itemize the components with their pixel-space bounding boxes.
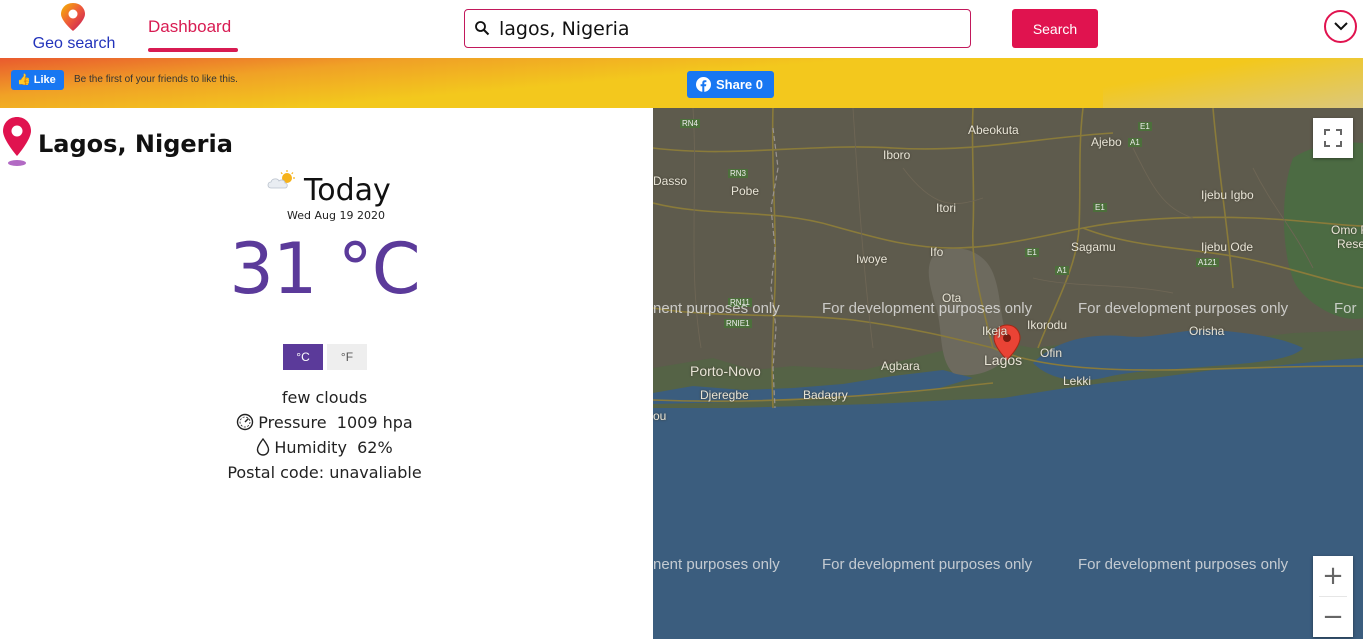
- road-label: RN4: [680, 119, 701, 128]
- road-label: E1: [1093, 203, 1107, 212]
- fahrenheit-toggle[interactable]: °F: [327, 344, 367, 370]
- gauge-icon: [237, 413, 254, 431]
- place-label: Badagry: [803, 388, 848, 402]
- place-label: Rese: [1337, 237, 1363, 251]
- road-label: RN3: [728, 169, 749, 178]
- place-label: Itori: [936, 201, 957, 215]
- date-text: Wed Aug 19 2020: [287, 209, 385, 222]
- place-label: Omo Fo: [1331, 223, 1363, 237]
- place-label: Pobe: [731, 184, 760, 198]
- place-label: Ikorodu: [1027, 318, 1068, 332]
- postal-code: Postal code: unavaliable: [227, 463, 422, 482]
- search-input[interactable]: [499, 16, 959, 42]
- place-label: Ijebu Ode: [1201, 240, 1254, 254]
- place-label: Agbara: [881, 359, 920, 373]
- weather-panel: Lagos, Nigeria Today Wed Aug 19 2020 31 …: [0, 108, 653, 639]
- weather-description: few clouds: [281, 388, 368, 407]
- thumbs-up-icon: 👍: [17, 74, 31, 86]
- place-label: ou: [653, 409, 667, 423]
- search-icon: [475, 21, 490, 36]
- place-label: Orisha: [1189, 324, 1225, 338]
- logo-text: Geo search: [32, 35, 116, 52]
- road-label: E1: [1138, 122, 1152, 131]
- dev-watermark: For development purposes only: [822, 300, 1033, 317]
- dev-watermark: For development purposes only: [1078, 556, 1289, 573]
- humidity-value: 62%: [357, 438, 393, 457]
- zoom-control: + −: [1313, 556, 1353, 637]
- dev-watermark: nent purposes only: [653, 300, 780, 317]
- place-label: Ikeja: [982, 324, 1008, 338]
- place-label: Dasso: [653, 174, 688, 188]
- facebook-like-button[interactable]: 👍 Like: [11, 70, 64, 90]
- search-box: [464, 9, 971, 48]
- fullscreen-icon: [1324, 129, 1342, 147]
- humidity-row: Humidity 62%: [0, 438, 649, 457]
- dev-watermark: For development purposes only: [1078, 300, 1289, 317]
- like-prompt-text: Be the first of your friends to like thi…: [74, 74, 238, 85]
- zoom-in-button[interactable]: +: [1313, 556, 1353, 596]
- facebook-share-button[interactable]: Share 0: [687, 71, 774, 98]
- pressure-label: Pressure: [258, 413, 327, 432]
- water-drop-icon: [257, 438, 270, 456]
- road-label: RNIE1: [724, 319, 752, 328]
- day-label: Today: [304, 173, 391, 208]
- place-label: Ifo: [930, 245, 944, 259]
- road-label: A1: [1128, 138, 1142, 147]
- place-label: Lekki: [1063, 374, 1092, 388]
- like-label: Like: [33, 74, 56, 86]
- location-title: Lagos, Nigeria: [38, 130, 233, 158]
- menu-toggle-button[interactable]: [1324, 10, 1357, 43]
- celsius-toggle[interactable]: °C: [283, 344, 323, 370]
- place-label: Sagamu: [1071, 240, 1116, 254]
- facebook-icon: [696, 77, 711, 92]
- top-bar: Geo search Dashboard Search: [0, 0, 1363, 58]
- tab-dashboard[interactable]: Dashboard: [148, 17, 231, 37]
- humidity-label: Humidity: [274, 438, 347, 457]
- place-label: Iwoye: [856, 252, 888, 266]
- dev-watermark: For development purposes only: [822, 556, 1033, 573]
- place-label: Djeregbe: [700, 388, 749, 402]
- tab-active-indicator: [148, 48, 238, 52]
- social-banner: 👍 Like Be the first of your friends to l…: [0, 58, 1363, 108]
- zoom-out-button[interactable]: −: [1313, 597, 1353, 637]
- dev-watermark: nent purposes only: [653, 556, 780, 573]
- place-label: Lagos: [984, 352, 1023, 368]
- dev-watermark: For: [1334, 300, 1357, 317]
- temperature-value: 31 °C: [229, 228, 420, 310]
- search-button[interactable]: Search: [1012, 9, 1098, 48]
- pressure-value: 1009 hpa: [336, 413, 413, 432]
- place-label: Ofin: [1040, 346, 1063, 360]
- few-clouds-icon: [267, 170, 295, 189]
- map-view[interactable]: RN4 RN3 RN11 RNIE1 E1 A1 E1 E1 A1 A121 A…: [653, 108, 1363, 639]
- share-label: Share 0: [716, 77, 763, 92]
- road-label: A1: [1055, 266, 1069, 275]
- app-logo[interactable]: Geo search: [24, 2, 124, 54]
- place-label: Porto-Novo: [690, 363, 761, 379]
- pressure-row: Pressure 1009 hpa: [0, 413, 649, 432]
- place-label: Abeokuta: [968, 123, 1019, 137]
- place-label: Ijebu Igbo: [1201, 188, 1254, 202]
- location-pin-icon: [3, 117, 31, 166]
- place-label: Iboro: [883, 148, 911, 162]
- chevron-down-icon: [1334, 22, 1348, 31]
- road-label: E1: [1025, 248, 1039, 257]
- place-label: Ajebo: [1091, 135, 1122, 149]
- fullscreen-button[interactable]: [1313, 118, 1353, 158]
- road-label: A121: [1196, 258, 1219, 267]
- logo-pin-icon: [61, 3, 85, 31]
